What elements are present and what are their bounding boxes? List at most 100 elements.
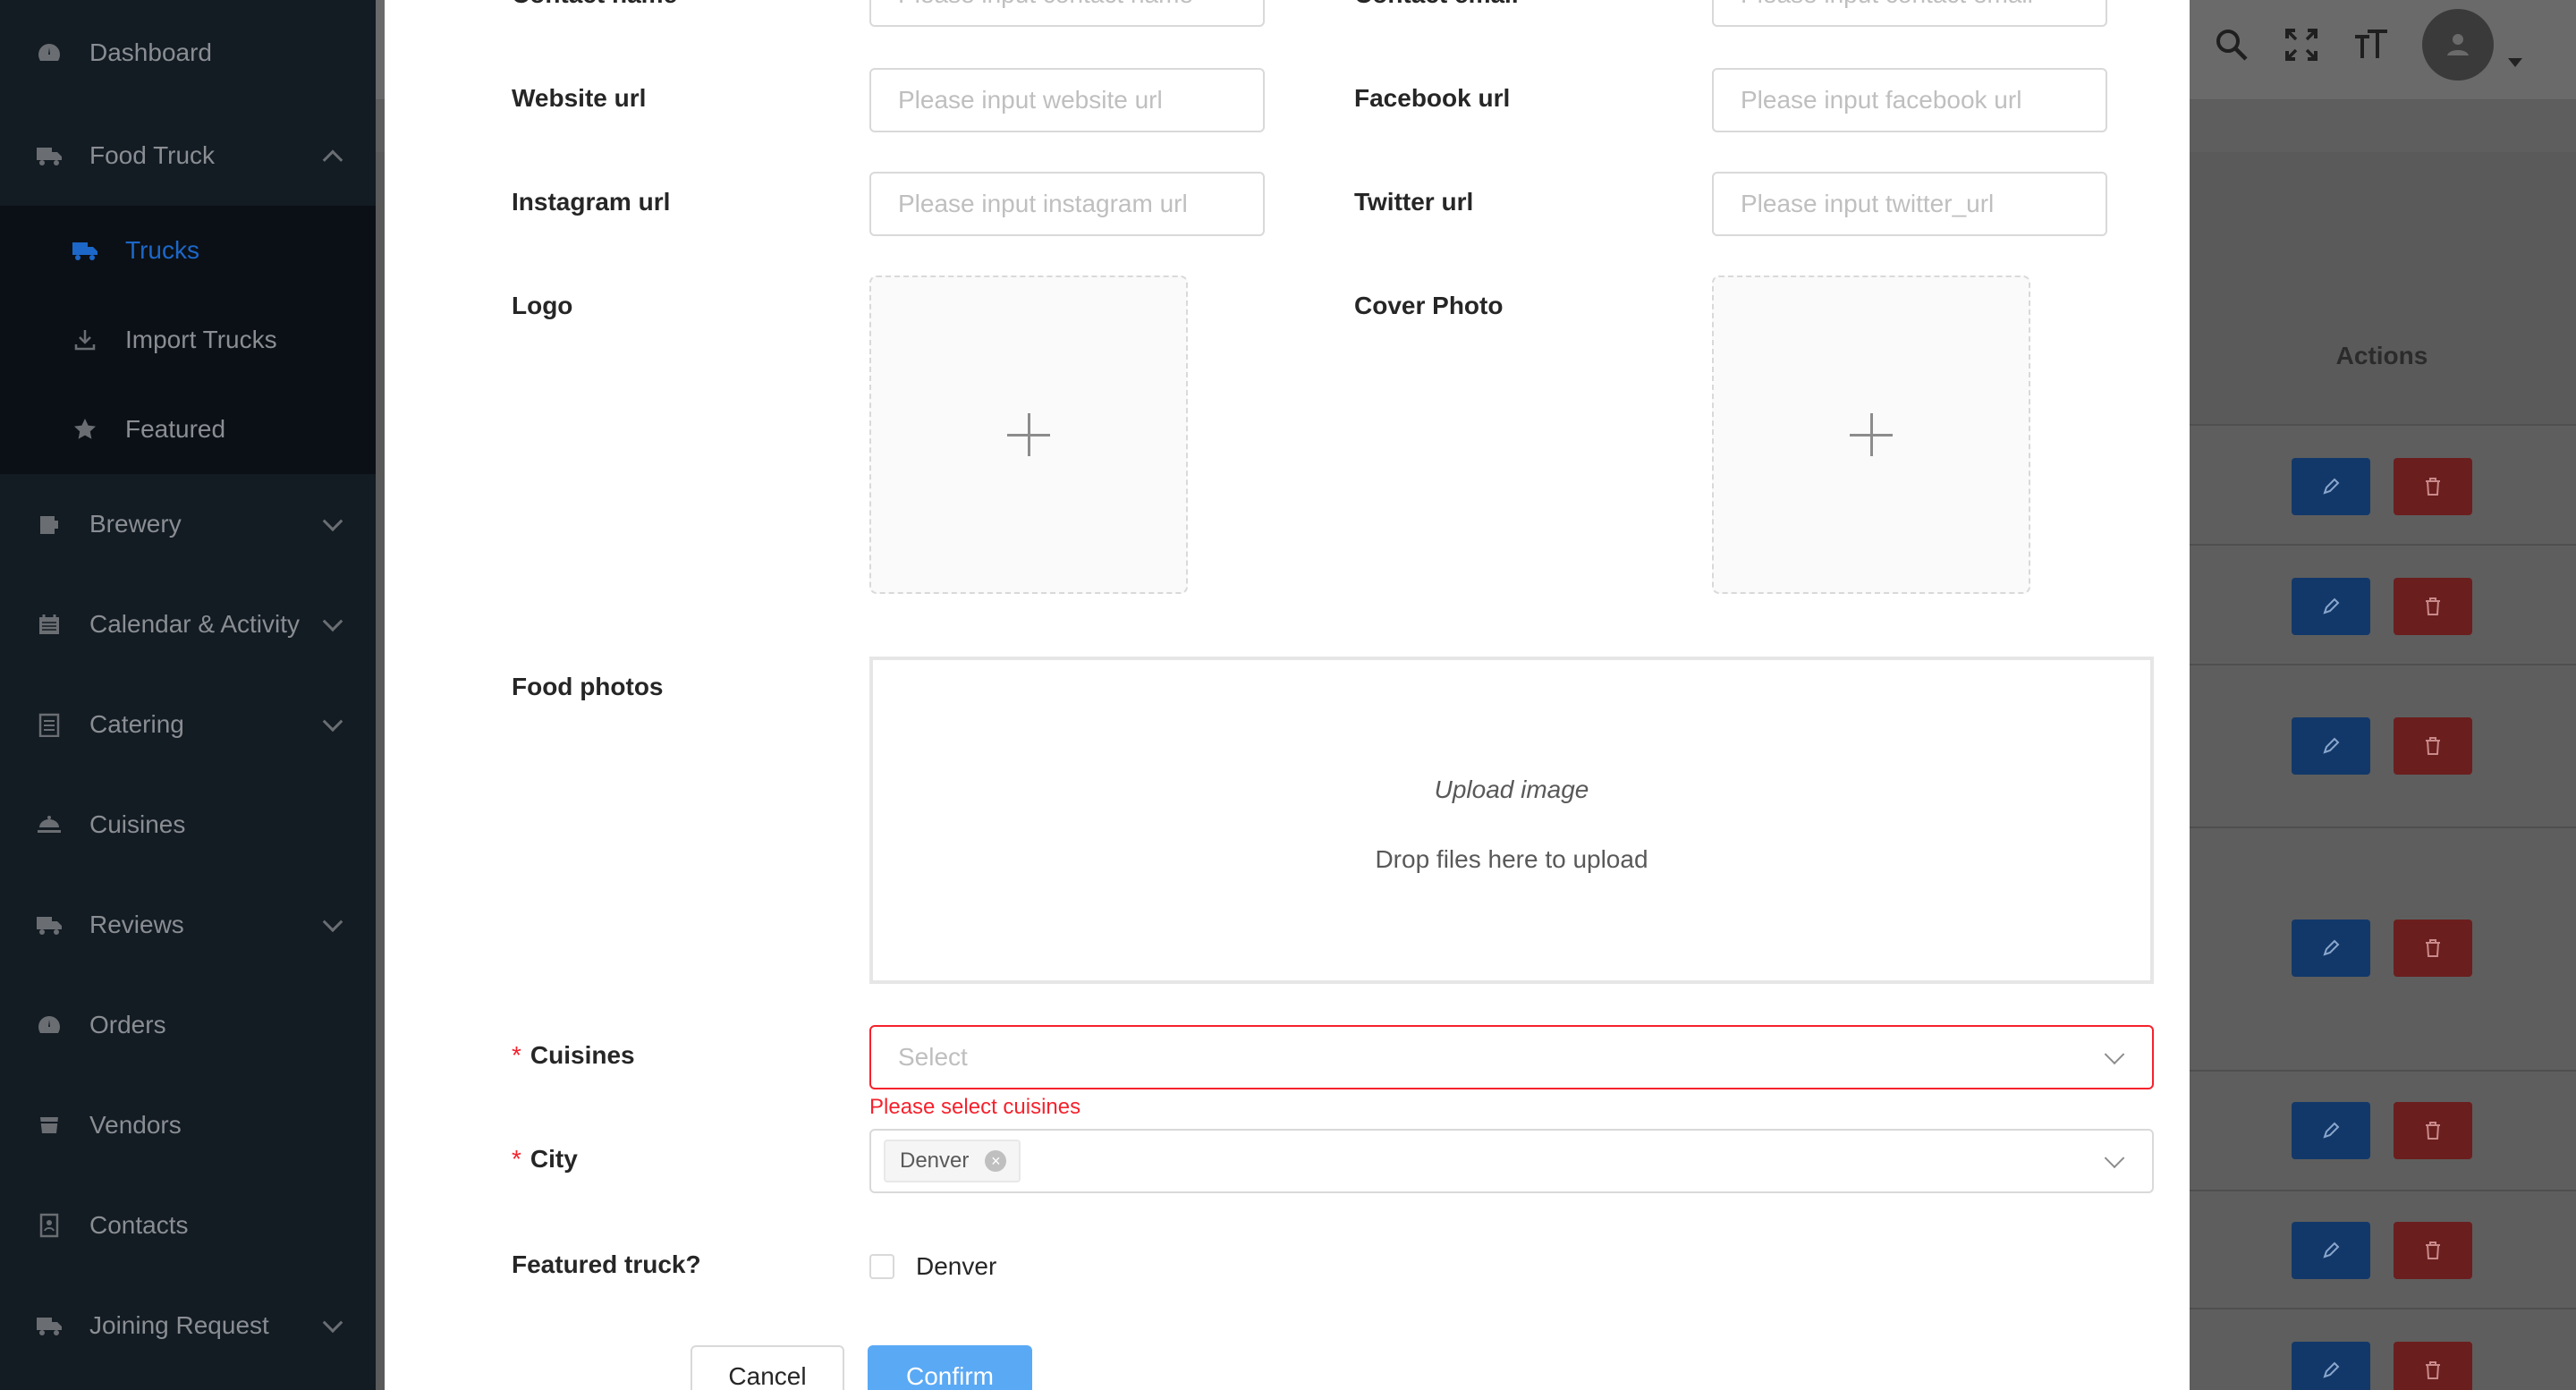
logo-upload[interactable] [869,275,1188,594]
caret-down-icon[interactable] [2508,58,2522,67]
sidebar-item-brewery[interactable]: Brewery [0,474,376,574]
delete-button[interactable] [2394,1222,2472,1279]
calendar-icon [36,611,63,638]
sidebar: Dashboard Food Truck Trucks Import Truck… [0,0,376,1390]
delete-button[interactable] [2394,458,2472,515]
sidebar-item-vendors[interactable]: Vendors [0,1075,376,1175]
website-url-input[interactable] [898,86,1236,114]
website-url-label: Website url [512,84,647,112]
edit-button[interactable] [2292,1342,2370,1390]
sidebar-item-label: Trucks [125,236,199,264]
cancel-button[interactable]: Cancel [691,1345,844,1390]
cover-photo-upload[interactable] [1712,275,2030,594]
sidebar-item-label: Cuisines [89,810,186,838]
dish-icon [36,811,63,838]
row-divider [2188,1070,2576,1072]
required-mark: * [512,1041,521,1069]
contact-email-field[interactable] [1712,0,2107,27]
facebook-url-field[interactable] [1712,68,2107,132]
dashboard-icon [36,39,63,66]
contact-email-label: Contact email [1354,0,1519,9]
chevron-down-icon [2104,1148,2125,1169]
sidebar-item-import-trucks[interactable]: Import Trucks [0,295,376,385]
sidebar-item-trucks[interactable]: Trucks [0,206,376,295]
actions-column-header: Actions [2188,288,2576,426]
food-photos-dropzone[interactable]: Upload image Drop files here to upload [869,657,2154,984]
sidebar-item-food-truck[interactable]: Food Truck [0,106,376,206]
delete-button[interactable] [2394,1102,2472,1159]
website-url-field[interactable] [869,68,1265,132]
edit-button[interactable] [2292,717,2370,775]
truck-icon [72,237,98,264]
sidebar-item-reviews[interactable]: Reviews [0,875,376,975]
chevron-down-icon [322,611,343,632]
truck-icon [36,911,63,938]
download-icon [72,326,98,353]
chevron-down-icon [322,911,343,933]
twitter-url-field[interactable] [1712,172,2107,236]
chevron-down-icon [322,1312,343,1334]
city-select[interactable]: Denver × [869,1129,2154,1193]
featured-checkbox-group: Denver [869,1252,996,1281]
food-photos-label: Food photos [512,673,664,700]
fullscreen-icon[interactable] [2283,26,2320,64]
featured-option-label: Denver [916,1252,997,1280]
font-size-icon[interactable] [2352,26,2390,64]
chevron-down-icon [2104,1044,2125,1065]
sidebar-item-joining-request[interactable]: Joining Request [0,1276,376,1376]
contact-name-label: Contact name [512,0,677,9]
sidebar-item-dashboard[interactable]: Dashboard [0,0,376,106]
sidebar-item-label: Featured [125,415,226,443]
edit-button[interactable] [2292,458,2370,515]
required-mark: * [512,1145,521,1173]
sidebar-item-orders[interactable]: Orders [0,975,376,1075]
table-row-actions [2292,717,2472,775]
cuisines-label: * Cuisines [512,1041,635,1069]
row-divider [2188,1190,2576,1191]
cuisines-error: Please select cuisines [869,1095,1081,1119]
table-row-actions [2292,920,2472,977]
sidebar-item-catering[interactable]: Catering [0,674,376,775]
instagram-url-field[interactable] [869,172,1265,236]
delete-button[interactable] [2394,578,2472,635]
trucks-table: Actions [2188,288,2576,1390]
instagram-url-input[interactable] [898,190,1236,218]
sidebar-item-label: Import Trucks [125,326,277,353]
sidebar-item-label: Joining Request [89,1311,269,1339]
sidebar-item-cuisines[interactable]: Cuisines [0,775,376,875]
edit-button[interactable] [2292,1102,2370,1159]
clipboard-icon [36,711,63,738]
delete-button[interactable] [2394,920,2472,977]
delete-button[interactable] [2394,717,2472,775]
contact-name-input[interactable] [898,0,1236,9]
table-row-actions [2292,578,2472,635]
instagram-url-label: Instagram url [512,188,671,216]
facebook-url-input[interactable] [1741,86,2079,114]
sidebar-item-calendar[interactable]: Calendar & Activity [0,574,376,674]
table-row-actions [2292,1222,2472,1279]
twitter-url-input[interactable] [1741,190,2079,218]
delete-button[interactable] [2394,1342,2472,1390]
sidebar-item-label: Contacts [89,1211,189,1239]
edit-button[interactable] [2292,1222,2370,1279]
sidebar-item-label: Food Truck [89,141,216,169]
table-row-actions [2292,1102,2472,1159]
star-icon [72,416,98,443]
contact-email-input[interactable] [1741,0,2079,9]
table-row-actions [2292,458,2472,515]
row-divider [2188,826,2576,828]
confirm-button[interactable]: Confirm [868,1345,1032,1390]
remove-tag-icon[interactable]: × [985,1150,1007,1172]
search-icon[interactable] [2213,26,2250,64]
header-actions [2213,0,2522,89]
cover-photo-label: Cover Photo [1354,292,1504,319]
sidebar-item-featured[interactable]: Featured [0,385,376,474]
sidebar-item-contacts[interactable]: Contacts [0,1175,376,1276]
contact-name-field[interactable] [869,0,1265,27]
cuisines-select[interactable]: Select [869,1025,2154,1089]
featured-checkbox[interactable] [869,1254,894,1279]
dashboard-icon [36,1012,63,1038]
edit-button[interactable] [2292,920,2370,977]
edit-button[interactable] [2292,578,2370,635]
avatar-icon[interactable] [2422,9,2494,81]
